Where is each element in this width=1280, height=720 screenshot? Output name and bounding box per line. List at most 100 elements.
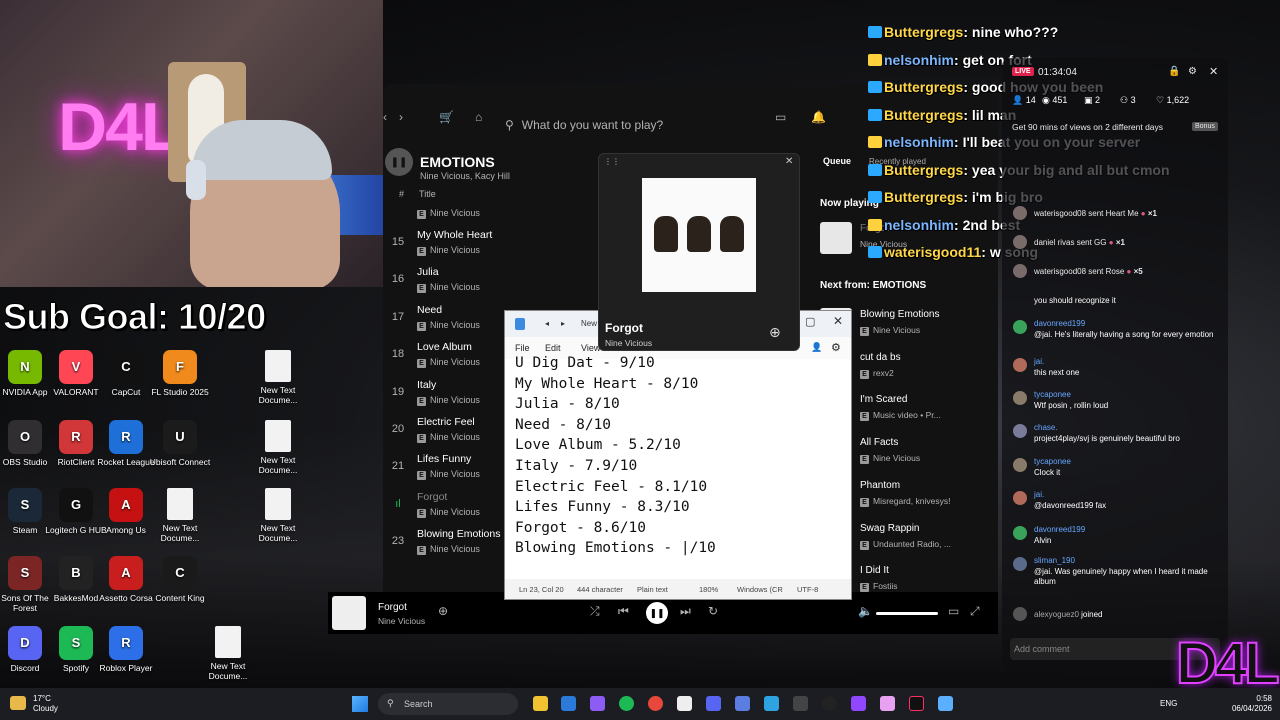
track-artist: E Nine Vicious [417,544,480,556]
spotify-icon[interactable] [619,696,634,711]
desktop-icon[interactable]: New Text Docume... [195,626,261,681]
search-input[interactable]: ⚲ What do you want to play? [505,112,745,138]
start-icon[interactable] [352,696,368,712]
capcut-icon[interactable] [677,696,692,711]
desktop-icon[interactable]: New Text Docume... [245,350,311,405]
desktop-icon[interactable]: New Text Docume... [245,420,311,475]
miniplayer-icon[interactable]: ▭ [948,604,959,618]
weather-widget[interactable]: 17°C Cloudy [33,694,58,714]
chat-message: nelsonhim: 2nd best [868,217,1020,233]
desktop-icon[interactable]: F FL Studio 2025 [147,350,213,397]
taskbar-search[interactable]: ⚲ Search [378,693,518,715]
track-artist: E Nine Vicious [417,469,480,481]
chrome-icon[interactable] [648,696,663,711]
chat-badge-icon [868,191,882,203]
menu-edit[interactable]: Edit [545,343,561,353]
weather-icon[interactable] [10,696,26,710]
explicit-badge: E [417,321,426,331]
store-icon[interactable] [561,696,576,711]
notepad-window: ◂ ▸ New ▢ ✕ File Edit View 👤 ⚙ U Dig Dat… [504,310,852,600]
headset [186,160,206,200]
cart-icon[interactable]: 🛒 [439,110,454,124]
bell-icon[interactable]: 🔔 [811,110,826,124]
volume-slider[interactable] [876,612,938,615]
stat-follows: ⚇ 3 [1120,95,1136,105]
track-artist: E Nine Vicious [417,432,480,443]
mini-track-artist[interactable]: Nine Vicious [605,338,652,348]
previous-icon[interactable]: ⏮ [618,604,629,619]
app-icon: D [8,626,42,660]
close-icon[interactable]: ✕ [1209,65,1218,78]
explicit-badge: E [417,396,426,406]
pause-button[interactable]: ❚❚ [646,602,668,624]
desktop-icon[interactable]: New Text Docume... [245,488,311,543]
chat-badge-icon [868,53,882,66]
explicit-badge: E [417,284,426,294]
desktop-icon[interactable]: C Content King [147,556,213,603]
tiktok-icon[interactable] [909,696,924,711]
player-track-artist[interactable]: Nine Vicious [378,616,425,626]
close-icon[interactable]: ✕ [785,156,793,167]
forward-icon[interactable]: › [399,110,403,124]
app-icon[interactable] [793,696,808,711]
obs-icon[interactable] [735,696,750,711]
player-track-title[interactable]: Forgot [378,602,407,613]
chat-message: Buttergregs: lil man [868,107,1016,123]
next-icon[interactable]: ⏭ [680,604,691,619]
desktop-icon[interactable]: U Ubisoft Connect [147,420,213,467]
add-icon[interactable]: ⊕ [769,324,781,341]
tab-label[interactable]: New [581,319,597,328]
notepad-text-area[interactable]: U Dig Dat - 9/10 My Whole Heart - 8/10 J… [515,353,716,559]
avatar [1013,607,1027,621]
desktop-icon[interactable]: New Text Docume... [147,488,213,543]
album-art [332,596,366,630]
gear-icon[interactable]: ⚙ [1188,66,1197,77]
track-title: Electric Feel [417,416,475,428]
file-explorer-icon[interactable] [533,696,548,711]
chat-badge-icon [868,218,882,231]
fullscreen-icon[interactable]: ⤢ [970,604,980,619]
app-icon[interactable] [880,696,895,711]
track-row[interactable]: E Nine Vicious [383,203,603,219]
track-row[interactable]: 15 My Whole Heart E Nine Vicious [383,224,603,261]
clock[interactable]: 0:58 06/04/2026 [1232,694,1272,714]
desktop-icon[interactable]: R Roblox Player [93,626,159,673]
app-icon[interactable] [590,696,605,711]
repeat-icon[interactable]: ↻ [708,604,718,618]
app-icon: R [109,420,143,454]
browse-icon[interactable]: ▭ [775,110,786,124]
twitch-icon[interactable] [851,696,866,711]
tab-queue[interactable]: Queue [823,156,851,166]
discord-icon[interactable] [706,696,721,711]
tab-left-icon[interactable]: ◂ [545,319,549,328]
document-icon [265,350,291,382]
maximize-icon[interactable]: ▢ [805,315,815,328]
language-indicator[interactable]: ENG [1160,699,1177,708]
shuffle-icon[interactable]: ⤮ [590,604,600,619]
grip-icon[interactable]: ⋮⋮ [604,157,620,166]
playlist-pause-button[interactable]: ❚❚ [385,148,413,176]
profile-icon[interactable]: 👤 [811,342,822,353]
tab-right-icon[interactable]: ▸ [561,319,565,328]
avatar [1013,206,1027,220]
telegram-icon[interactable] [764,696,779,711]
track-artist: E Nine Vicious [417,282,480,294]
lock-icon[interactable]: 🔒 [1168,66,1180,77]
add-icon[interactable]: ⊕ [438,604,448,618]
settings-icon[interactable]: ⚙ [831,341,841,354]
volume-icon[interactable]: 🔈 [858,604,873,618]
track-title: Italy [417,378,437,391]
notepad-icon[interactable] [938,696,953,711]
close-icon[interactable]: ✕ [833,314,843,328]
stat-likes: ◉ 451 [1042,95,1068,105]
app-icon[interactable] [822,696,837,711]
back-icon[interactable]: ‹ [383,110,387,124]
stat-gifts: ▣ 2 [1084,95,1101,105]
menu-file[interactable]: File [515,343,530,353]
home-icon[interactable]: ⌂ [475,110,482,124]
app-icon: V [59,350,93,384]
track-row[interactable]: 16 Julia E Nine Vicious [383,261,603,298]
mini-track-title[interactable]: Forgot [605,321,643,335]
app-icon: S [59,626,93,660]
d4l-logo: D4L [1175,630,1280,697]
